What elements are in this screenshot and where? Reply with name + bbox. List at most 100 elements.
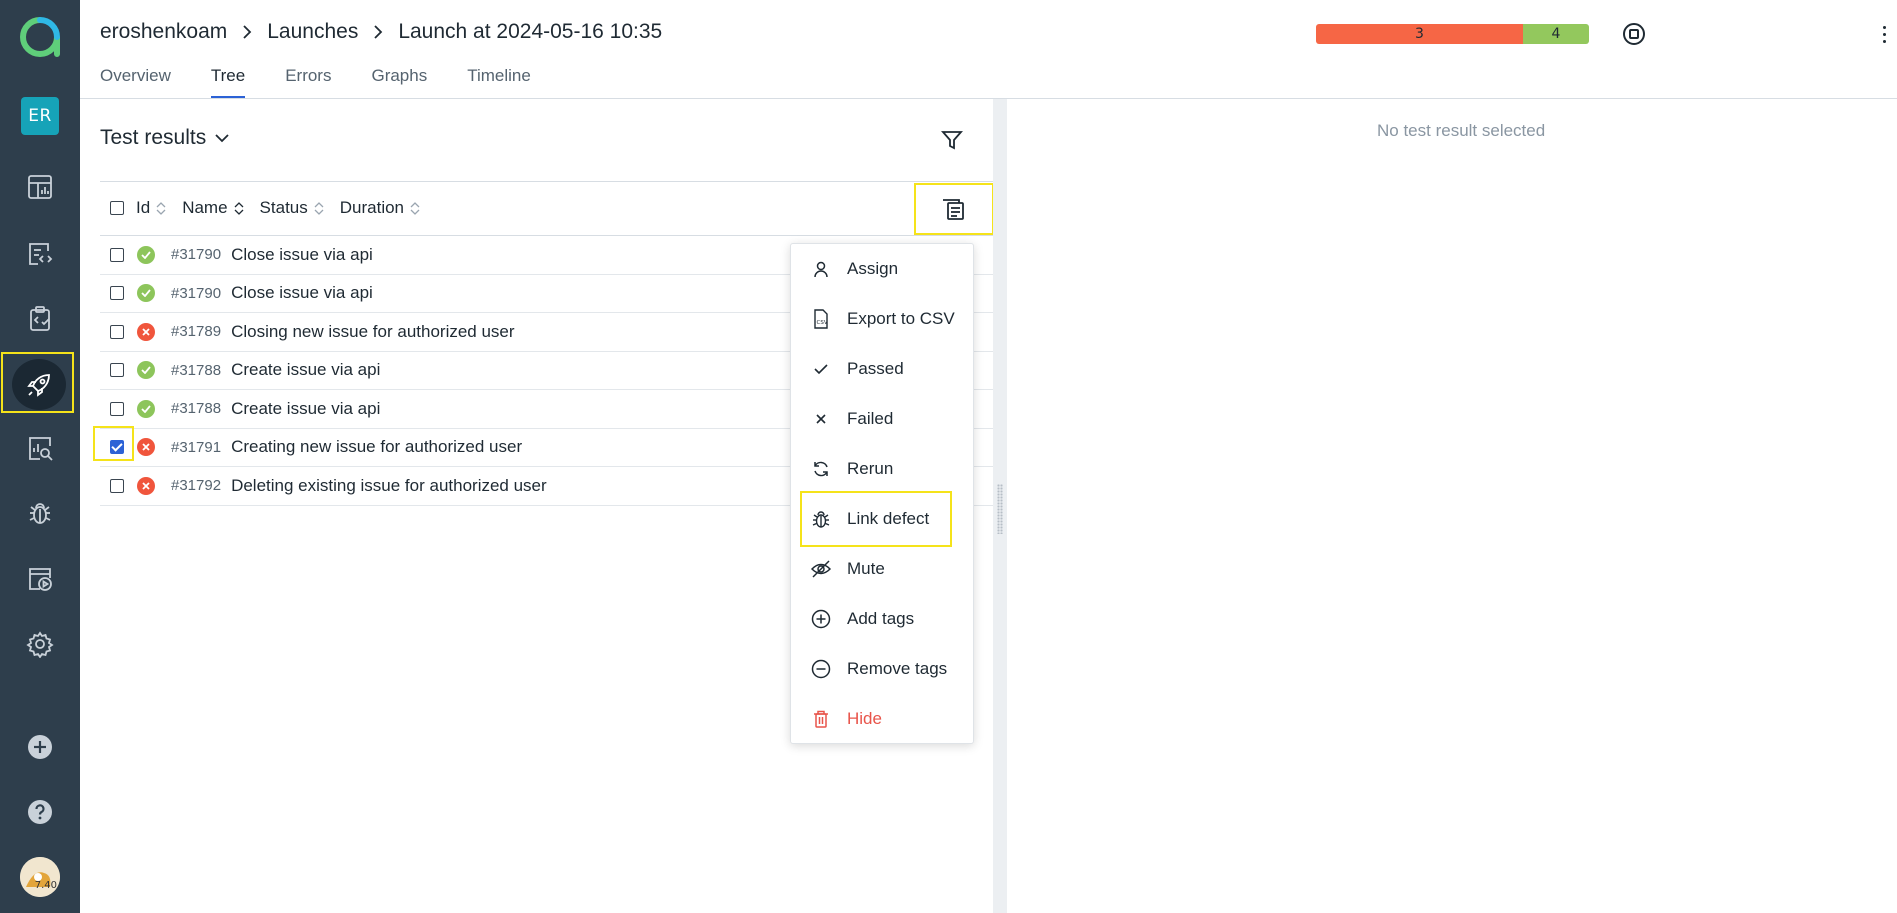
menu-item-label: Passed [847, 359, 904, 378]
rerun-icon [811, 459, 831, 479]
select-all-checkbox[interactable] [110, 201, 124, 215]
checkbox-highlight [93, 426, 134, 461]
column-status-label: Status [259, 198, 308, 217]
row-id: #31790 [171, 284, 222, 302]
table-header: Id Name Status Duration [100, 181, 993, 236]
row-name[interactable]: Deleting existing issue for authorized u… [231, 476, 547, 496]
row-name[interactable]: Create issue via api [231, 360, 380, 380]
column-duration[interactable]: Duration [340, 198, 420, 218]
row-checkbox[interactable] [110, 286, 124, 301]
row-checkbox[interactable] [110, 401, 124, 416]
row-id: #31792 [171, 477, 222, 495]
status-bar[interactable]: 3 4 [1316, 24, 1589, 44]
tab-timeline[interactable]: Timeline [467, 66, 531, 98]
row-checkbox[interactable] [110, 247, 124, 262]
analytics-icon[interactable] [25, 433, 55, 463]
row-id: #31789 [171, 323, 222, 341]
sidebar: ER 7.40 [0, 0, 80, 913]
column-name[interactable]: Name [182, 198, 244, 218]
tab-graphs[interactable]: Graphs [371, 66, 427, 98]
user-icon [811, 259, 831, 279]
row-id: #31788 [171, 400, 222, 418]
menu-item-rerun[interactable]: Rerun [791, 451, 973, 487]
breadcrumb-launches[interactable]: Launches [267, 20, 358, 44]
add-icon[interactable] [25, 732, 55, 762]
help-icon[interactable] [25, 797, 55, 827]
csv-icon: CSV [811, 309, 831, 329]
row-name[interactable]: Close issue via api [231, 245, 373, 265]
project-avatar[interactable]: ER [21, 97, 59, 135]
tab-errors[interactable]: Errors [285, 66, 331, 98]
breadcrumb: eroshenkoam Launches Launch at 2024-05-1… [100, 20, 662, 44]
chevron-right-icon [372, 24, 384, 40]
launches-icon[interactable] [12, 359, 66, 410]
row-name[interactable]: Close issue via api [231, 283, 373, 303]
menu-item-passed[interactable]: Passed [791, 351, 973, 387]
sort-icon [314, 201, 324, 215]
menu-item-label: Remove tags [847, 659, 948, 678]
chevron-right-icon [241, 24, 253, 40]
failed-status-icon [137, 438, 155, 457]
menu-item-label: Add tags [847, 609, 915, 628]
column-duration-label: Duration [339, 198, 405, 217]
test-cases-icon[interactable] [25, 239, 55, 269]
failed-status-icon [137, 322, 155, 341]
row-checkbox[interactable] [110, 363, 124, 378]
dashboard-icon[interactable] [25, 172, 55, 202]
minus-circle-icon [811, 659, 831, 679]
menu-item-mute[interactable]: Mute [791, 551, 973, 587]
breadcrumb-project[interactable]: eroshenkoam [100, 20, 227, 44]
menu-item-label: Hide [847, 709, 882, 728]
failed-status-icon [137, 476, 155, 495]
drag-handle-icon[interactable] [997, 484, 1003, 534]
trash-icon [811, 709, 831, 729]
svg-text:CSV: CSV [817, 320, 828, 326]
column-id[interactable]: Id [136, 198, 166, 218]
breadcrumb-launch: Launch at 2024-05-16 10:35 [398, 20, 663, 43]
pane-splitter[interactable] [993, 99, 1007, 913]
test-plans-icon[interactable] [25, 304, 55, 334]
settings-icon[interactable] [25, 629, 55, 659]
failed-count: 3 [1316, 24, 1523, 44]
stop-icon[interactable] [1621, 21, 1647, 47]
passed-status-icon [137, 399, 155, 418]
menu-item-label: Export to CSV [847, 309, 955, 328]
filter-icon[interactable] [940, 128, 964, 152]
empty-state-text: No test result selected [1377, 121, 1546, 140]
menu-item-label: Assign [847, 259, 899, 278]
tabs: Overview Tree Errors Graphs Timeline [100, 66, 571, 98]
row-id: #31790 [171, 246, 222, 264]
row-name[interactable]: Creating new issue for authorized user [231, 437, 522, 457]
row-checkbox[interactable] [110, 478, 124, 493]
list-actions-icon [943, 199, 964, 220]
menu-item-add-tags[interactable]: Add tags [791, 601, 973, 637]
row-id: #31791 [171, 438, 222, 456]
passed-count: 4 [1523, 24, 1589, 44]
row-name[interactable]: Create issue via api [231, 399, 380, 419]
defects-icon[interactable] [25, 498, 55, 528]
row-checkbox[interactable] [110, 324, 124, 339]
column-status[interactable]: Status [260, 198, 324, 218]
tab-tree[interactable]: Tree [210, 66, 246, 98]
row-name[interactable]: Closing new issue for authorized user [231, 322, 514, 342]
menu-item-assign[interactable]: Assign [791, 251, 973, 287]
menu-item-failed[interactable]: Failed [791, 401, 973, 437]
passed-status-icon [137, 361, 155, 380]
eye-off-icon [811, 559, 831, 579]
allure-logo[interactable] [20, 17, 60, 57]
jobs-icon[interactable] [25, 564, 55, 594]
avatar-badge: 7.40 [34, 880, 57, 891]
menu-item-export-csv[interactable]: CSV Export to CSV [791, 301, 973, 337]
sort-icon [410, 201, 420, 215]
column-id-label: Id [136, 198, 151, 217]
test-results-dropdown[interactable]: Test results [100, 126, 230, 150]
plus-circle-icon [811, 609, 831, 629]
more-vertical-icon[interactable] [1876, 20, 1892, 48]
menu-item-remove-tags[interactable]: Remove tags [791, 651, 973, 687]
user-avatar[interactable]: 7.40 [20, 857, 60, 897]
close-icon [811, 409, 831, 429]
menu-item-hide[interactable]: Hide [791, 701, 973, 737]
bulk-actions-button[interactable] [914, 183, 994, 235]
tab-overview[interactable]: Overview [100, 66, 171, 98]
sort-icon [234, 201, 244, 215]
